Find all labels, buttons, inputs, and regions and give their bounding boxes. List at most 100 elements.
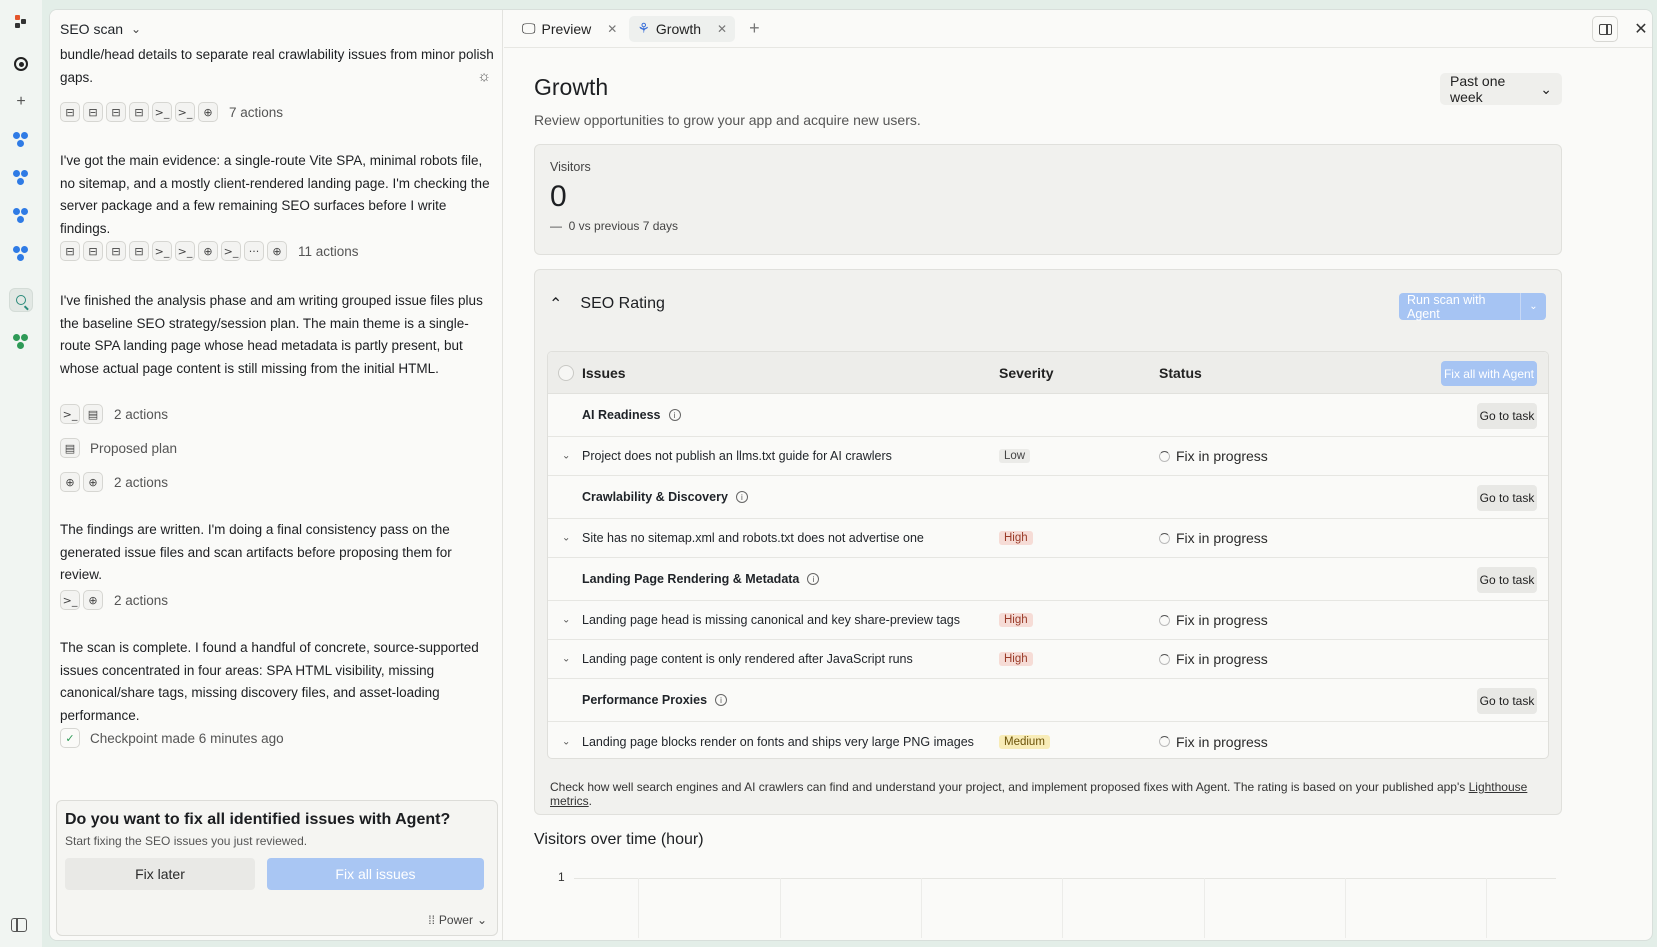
new-tab-icon[interactable]: + (749, 18, 760, 39)
proposed-plan[interactable]: ▤ Proposed plan (60, 438, 177, 458)
group-name: Performance Proxies (582, 693, 708, 707)
tab-label: Preview (541, 20, 592, 37)
spinner-icon (1159, 532, 1170, 544)
checkpoint[interactable]: ✓ Checkpoint made 6 minutes ago (60, 728, 284, 748)
plus-icon[interactable]: + (9, 90, 33, 114)
tab-label: Growth (655, 20, 702, 37)
severity-badge: Medium (999, 734, 1050, 749)
severity-badge: High (999, 652, 1033, 666)
chevron-down-icon[interactable]: ⌄ (562, 533, 570, 544)
terminal-icon: >_ (175, 102, 195, 122)
table-row[interactable]: ⌄ Landing page blocks render on fonts an… (548, 722, 1548, 758)
fix-later-button[interactable]: Fix later (65, 858, 255, 890)
icon-rail: + (0, 0, 42, 947)
fix-all-issues-button[interactable]: Fix all issues (267, 858, 484, 890)
chevron-down-icon: ⌄ (131, 22, 142, 36)
status-cell: Fix in progress (1159, 530, 1268, 546)
info-icon[interactable]: i (807, 573, 820, 585)
project-icon[interactable] (9, 242, 33, 266)
seo-rating-card: ⌃ SEO Rating Run scan with Agent ⌄ Issue… (534, 269, 1562, 815)
tab-bar: 🖵 Preview ✕ ⚘ Growth ✕ + ✕ (504, 10, 1652, 48)
info-icon[interactable]: i (668, 409, 681, 421)
split-view-icon[interactable] (1592, 16, 1618, 42)
mode-selector[interactable]: ⁞⁞ Power ⌄ (428, 913, 487, 927)
issue-text: Site has no sitemap.xml and robots.txt d… (582, 531, 924, 545)
tab-preview[interactable]: 🖵 Preview ✕ (514, 16, 625, 42)
action-group[interactable]: >_ ⊕ 2 actions (60, 590, 168, 610)
prompt-subtitle: Start fixing the SEO issues you just rev… (65, 834, 308, 848)
workspace-pane: 🖵 Preview ✕ ⚘ Growth ✕ + ✕ Growth Review… (504, 10, 1652, 940)
tab-growth[interactable]: ⚘ Growth ✕ (629, 15, 736, 42)
chevron-down-icon[interactable]: ⌄ (562, 654, 570, 665)
globe-icon: ⊕ (198, 102, 218, 122)
project-icon[interactable] (9, 128, 33, 152)
chevron-down-icon: ⌄ (1540, 80, 1552, 97)
app-frame: SEO scan ⌄ ☼ bundle/head details to sepa… (49, 9, 1653, 941)
sidebar-toggle-icon[interactable] (11, 918, 27, 932)
table-row[interactable]: ⌄ Site has no sitemap.xml and robots.txt… (548, 519, 1548, 558)
action-group[interactable]: ⊟ ⊟ ⊟ ⊟ >_ >_ ⊕ >_ ··· ⊕ 11 actions (60, 241, 359, 261)
chat-message: bundle/head details to separate real cra… (60, 48, 494, 85)
status-cell: Fix in progress (1159, 612, 1268, 628)
chat-header[interactable]: SEO scan ⌄ (50, 10, 502, 48)
close-pane-icon[interactable]: ✕ (1628, 19, 1652, 39)
go-to-task-button[interactable]: Go to task (1477, 403, 1537, 429)
issue-text: Landing page blocks render on fonts and … (582, 734, 974, 749)
severity-badge: High (999, 613, 1033, 627)
chevron-down-icon[interactable]: ⌄ (1520, 293, 1546, 320)
chat-message: The findings are written. I'm doing a fi… (60, 522, 452, 582)
table-header: Issues Severity Status Fix all with Agen… (548, 352, 1548, 394)
spinner-icon (1159, 736, 1170, 747)
chart-gridline (1345, 878, 1346, 938)
table-group-row: AI Readiness i Go to task (548, 394, 1548, 437)
date-range-select[interactable]: Past one week ⌄ (1440, 73, 1562, 105)
seo-header[interactable]: ⌃ SEO Rating (549, 294, 665, 314)
status-cell: Fix in progress (1159, 734, 1268, 750)
y-axis-tick: 1 (558, 870, 565, 884)
info-icon[interactable]: i (735, 491, 748, 503)
proposed-plan-label: Proposed plan (90, 440, 178, 456)
spinner-icon (1159, 450, 1170, 462)
go-to-task-button[interactable]: Go to task (1477, 567, 1537, 593)
table-row[interactable]: ⌄ Landing page content is only rendered … (548, 640, 1548, 679)
chevron-down-icon[interactable]: ⌄ (562, 736, 570, 747)
terminal-icon: >_ (152, 102, 172, 122)
book-icon: ⊟ (129, 102, 149, 122)
fix-all-with-agent-button[interactable]: Fix all with Agent (1441, 361, 1537, 386)
group-name: Landing Page Rendering & Metadata (582, 572, 800, 586)
close-icon[interactable]: ✕ (607, 22, 617, 36)
chat-message: I've finished the analysis phase and am … (60, 293, 483, 376)
book-icon: ⊟ (106, 102, 126, 122)
chevron-down-icon[interactable]: ⌄ (562, 451, 570, 462)
growth-icon: ⚘ (637, 20, 650, 36)
date-range-label: Past one week (1450, 73, 1506, 105)
globe-icon: ⊕ (198, 241, 218, 261)
go-to-task-button[interactable]: Go to task (1477, 485, 1537, 511)
action-group[interactable]: ⊕ ⊕ 2 actions (60, 472, 168, 492)
page-title: Growth (534, 74, 609, 100)
chat-message: I've got the main evidence: a single-rou… (60, 153, 490, 236)
project-icon[interactable] (9, 204, 33, 228)
info-icon[interactable]: i (715, 694, 728, 706)
seo-footnote: Check how well search engines and AI cra… (550, 780, 1528, 808)
project-icon[interactable] (9, 330, 33, 354)
status-cell: Fix in progress (1159, 448, 1268, 464)
record-icon[interactable] (9, 52, 33, 76)
run-scan-button[interactable]: Run scan with Agent ⌄ (1399, 293, 1546, 321)
chat-panel: SEO scan ⌄ ☼ bundle/head details to sepa… (50, 10, 503, 940)
close-icon[interactable]: ✕ (717, 22, 727, 36)
checkpoint-label: Checkpoint made 6 minutes ago (90, 730, 284, 746)
go-to-task-button[interactable]: Go to task (1477, 688, 1537, 714)
search-icon[interactable] (9, 288, 33, 312)
table-row[interactable]: ⌄ Project does not publish an llms.txt g… (548, 437, 1548, 476)
group-name: Crawlability & Discovery (582, 490, 728, 504)
terminal-icon: >_ (152, 241, 172, 261)
action-group[interactable]: ⊟ ⊟ ⊟ ⊟ >_ >_ ⊕ 7 actions (60, 102, 283, 122)
select-all-checkbox[interactable] (558, 365, 574, 381)
app-logo-icon[interactable] (9, 10, 33, 34)
action-group[interactable]: >_ ▤ 2 actions (60, 404, 168, 424)
project-icon[interactable] (9, 166, 33, 190)
chevron-down-icon[interactable]: ⌄ (562, 615, 570, 626)
table-row[interactable]: ⌄ Landing page head is missing canonical… (548, 601, 1548, 640)
grid-icon: ⁞⁞ (428, 913, 435, 927)
